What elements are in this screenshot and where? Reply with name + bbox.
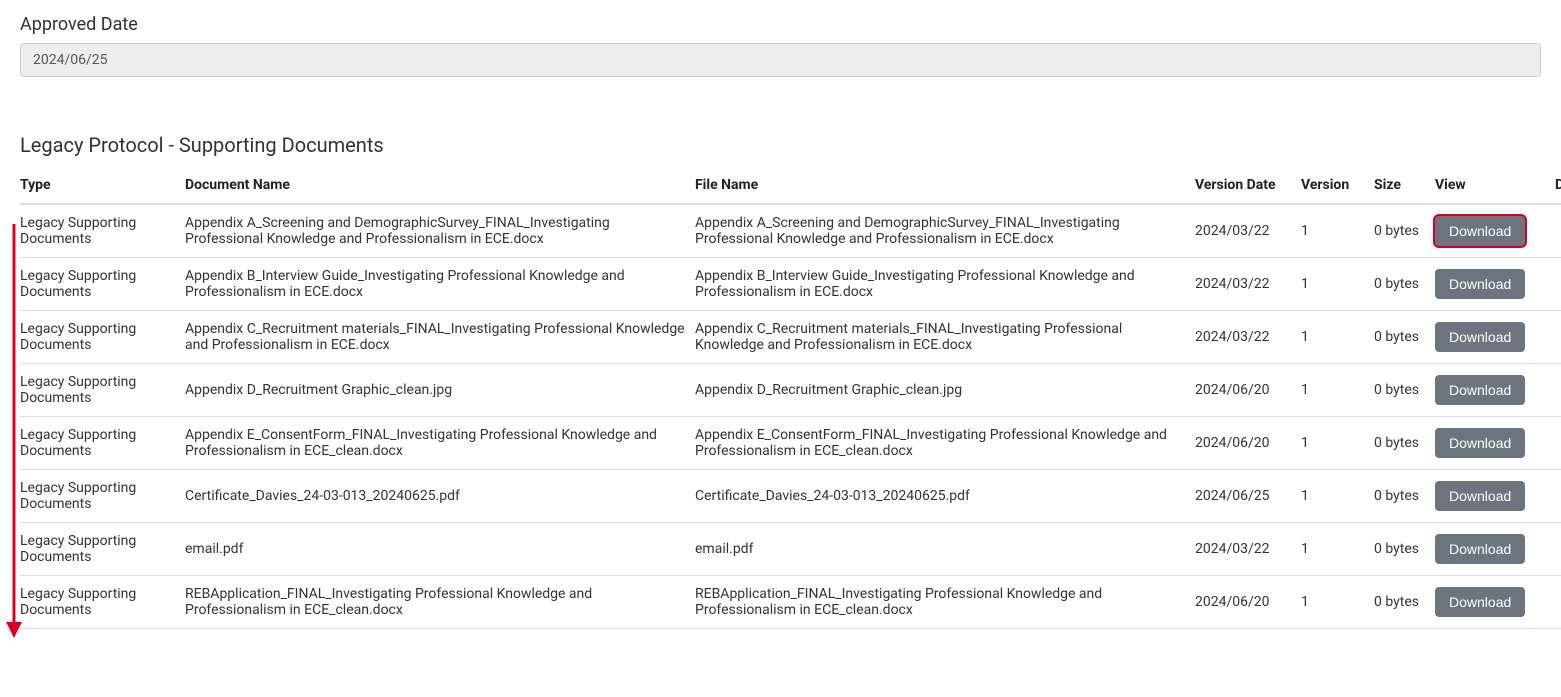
- cell-document-name: Appendix E_ConsentForm_FINAL_Investigati…: [185, 417, 695, 470]
- cell-type: Legacy Supporting Documents: [20, 364, 185, 417]
- cell-version: 1: [1301, 523, 1374, 576]
- cell-size: 0 bytes: [1374, 364, 1435, 417]
- cell-type: Legacy Supporting Documents: [20, 523, 185, 576]
- cell-document-name: Certificate_Davies_24-03-013_20240625.pd…: [185, 470, 695, 523]
- cell-document-name: Appendix D_Recruitment Graphic_clean.jpg: [185, 364, 695, 417]
- cell-document-name: email.pdf: [185, 523, 695, 576]
- download-button[interactable]: Download: [1435, 269, 1525, 299]
- cell-file-name: Appendix A_Screening and DemographicSurv…: [695, 204, 1195, 258]
- cell-version: 1: [1301, 258, 1374, 311]
- th-version: Version: [1301, 171, 1374, 204]
- cell-version-date: 2024/06/20: [1195, 364, 1301, 417]
- cell-delete: [1555, 204, 1561, 258]
- cell-version-date: 2024/06/20: [1195, 417, 1301, 470]
- cell-delete: [1555, 523, 1561, 576]
- cell-version-date: 2024/06/25: [1195, 470, 1301, 523]
- cell-version-date: 2024/06/20: [1195, 576, 1301, 629]
- cell-size: 0 bytes: [1374, 204, 1435, 258]
- cell-version: 1: [1301, 364, 1374, 417]
- cell-document-name: REBApplication_FINAL_Investigating Profe…: [185, 576, 695, 629]
- cell-version-date: 2024/03/22: [1195, 204, 1301, 258]
- table-row: Legacy Supporting DocumentsAppendix E_Co…: [20, 417, 1561, 470]
- th-view: View: [1435, 171, 1555, 204]
- cell-version: 1: [1301, 470, 1374, 523]
- cell-type: Legacy Supporting Documents: [20, 311, 185, 364]
- cell-file-name: Appendix B_Interview Guide_Investigating…: [695, 258, 1195, 311]
- cell-document-name: Appendix C_Recruitment materials_FINAL_I…: [185, 311, 695, 364]
- th-type: Type: [20, 171, 185, 204]
- cell-version-date: 2024/03/22: [1195, 311, 1301, 364]
- cell-version: 1: [1301, 204, 1374, 258]
- cell-document-name: Appendix A_Screening and DemographicSurv…: [185, 204, 695, 258]
- download-button[interactable]: Download: [1435, 428, 1525, 458]
- th-document-name: Document Name: [185, 171, 695, 204]
- cell-version: 1: [1301, 576, 1374, 629]
- cell-view: Download: [1435, 258, 1555, 311]
- download-button[interactable]: Download: [1435, 375, 1525, 405]
- cell-version-date: 2024/03/22: [1195, 258, 1301, 311]
- cell-type: Legacy Supporting Documents: [20, 417, 185, 470]
- th-file-name: File Name: [695, 171, 1195, 204]
- cell-size: 0 bytes: [1374, 311, 1435, 364]
- cell-file-name: Appendix D_Recruitment Graphic_clean.jpg: [695, 364, 1195, 417]
- cell-delete: [1555, 311, 1561, 364]
- table-row: Legacy Supporting DocumentsAppendix B_In…: [20, 258, 1561, 311]
- cell-size: 0 bytes: [1374, 258, 1435, 311]
- download-button[interactable]: Download: [1435, 481, 1525, 511]
- cell-view: Download: [1435, 576, 1555, 629]
- cell-delete: [1555, 364, 1561, 417]
- download-button[interactable]: Download: [1435, 322, 1525, 352]
- cell-file-name: Appendix E_ConsentForm_FINAL_Investigati…: [695, 417, 1195, 470]
- cell-view: Download: [1435, 364, 1555, 417]
- table-row: Legacy Supporting DocumentsAppendix A_Sc…: [20, 204, 1561, 258]
- table-row: Legacy Supporting DocumentsAppendix D_Re…: [20, 364, 1561, 417]
- cell-version-date: 2024/03/22: [1195, 523, 1301, 576]
- cell-view: Download: [1435, 523, 1555, 576]
- cell-type: Legacy Supporting Documents: [20, 576, 185, 629]
- cell-file-name: Appendix C_Recruitment materials_FINAL_I…: [695, 311, 1195, 364]
- cell-version: 1: [1301, 311, 1374, 364]
- cell-delete: [1555, 258, 1561, 311]
- cell-document-name: Appendix B_Interview Guide_Investigating…: [185, 258, 695, 311]
- approved-date-value: 2024/06/25: [20, 43, 1541, 77]
- cell-size: 0 bytes: [1374, 523, 1435, 576]
- table-row: Legacy Supporting DocumentsAppendix C_Re…: [20, 311, 1561, 364]
- cell-file-name: Certificate_Davies_24-03-013_20240625.pd…: [695, 470, 1195, 523]
- cell-type: Legacy Supporting Documents: [20, 204, 185, 258]
- cell-file-name: REBApplication_FINAL_Investigating Profe…: [695, 576, 1195, 629]
- download-button[interactable]: Download: [1435, 534, 1525, 564]
- section-title: Legacy Protocol - Supporting Documents: [20, 133, 1541, 157]
- approved-date-label: Approved Date: [20, 14, 1541, 35]
- download-button[interactable]: Download: [1435, 587, 1525, 617]
- cell-view: Download: [1435, 417, 1555, 470]
- cell-size: 0 bytes: [1374, 470, 1435, 523]
- cell-size: 0 bytes: [1374, 576, 1435, 629]
- th-delete: Delete: [1555, 171, 1561, 204]
- cell-size: 0 bytes: [1374, 417, 1435, 470]
- cell-view: Download: [1435, 204, 1555, 258]
- cell-view: Download: [1435, 311, 1555, 364]
- cell-delete: [1555, 470, 1561, 523]
- documents-table: Type Document Name File Name Version Dat…: [20, 171, 1561, 629]
- cell-delete: [1555, 576, 1561, 629]
- table-row: Legacy Supporting Documentsemail.pdfemai…: [20, 523, 1561, 576]
- download-button[interactable]: Download: [1435, 216, 1525, 246]
- cell-type: Legacy Supporting Documents: [20, 258, 185, 311]
- cell-type: Legacy Supporting Documents: [20, 470, 185, 523]
- th-size: Size: [1374, 171, 1435, 204]
- th-version-date: Version Date: [1195, 171, 1301, 204]
- table-row: Legacy Supporting DocumentsCertificate_D…: [20, 470, 1561, 523]
- table-row: Legacy Supporting DocumentsREBApplicatio…: [20, 576, 1561, 629]
- cell-delete: [1555, 417, 1561, 470]
- cell-version: 1: [1301, 417, 1374, 470]
- cell-view: Download: [1435, 470, 1555, 523]
- cell-file-name: email.pdf: [695, 523, 1195, 576]
